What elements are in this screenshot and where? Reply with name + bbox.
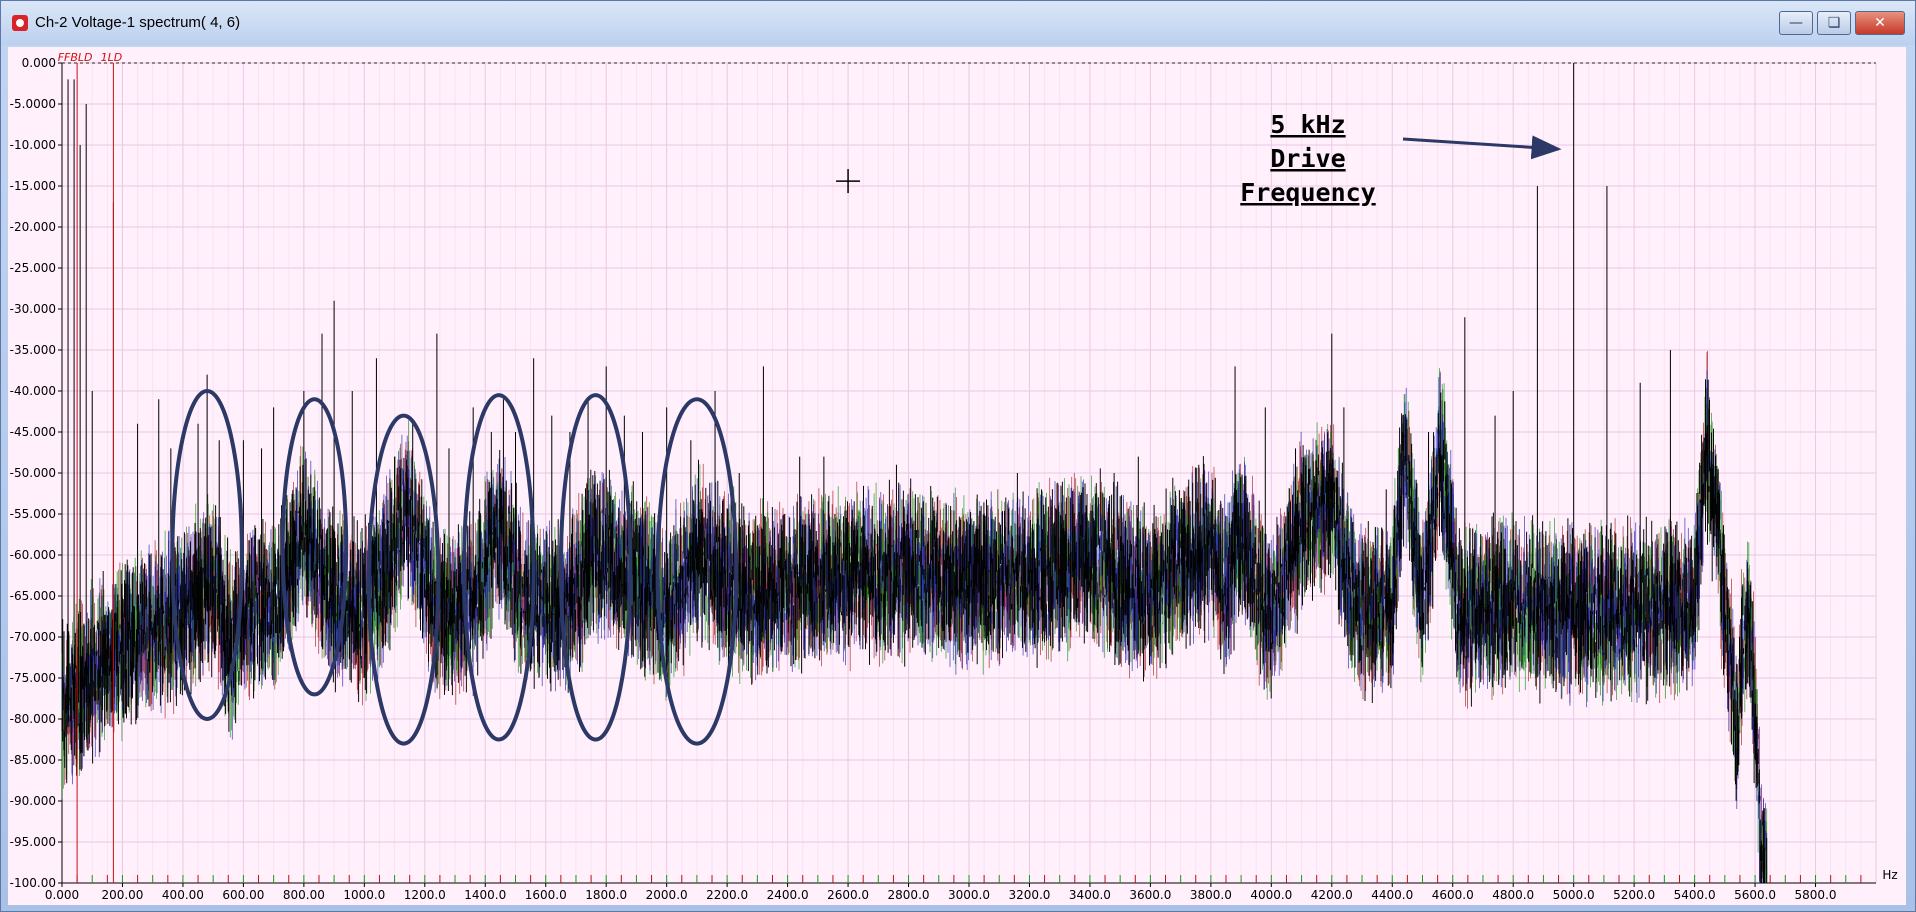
y-tick-label: -55.000 (10, 507, 56, 521)
app-logo-icon[interactable] (12, 15, 28, 31)
annotation-text-line: 5 kHz (1270, 110, 1345, 139)
marker-label: 1LD (101, 51, 123, 64)
close-icon: ✕ (1874, 15, 1886, 31)
x-tick-label: 5600.0 (1734, 888, 1776, 902)
y-tick-label: -45.000 (10, 425, 56, 439)
x-tick-label: 3800.0 (1190, 888, 1232, 902)
x-tick-label: 5800.0 (1795, 888, 1837, 902)
y-tick-label: -60.000 (10, 548, 56, 562)
minimize-icon: — (1789, 15, 1803, 31)
y-tick-label: -80.000 (10, 712, 56, 726)
x-tick-label: 1600.0 (525, 888, 567, 902)
x-tick-label: 2800.0 (888, 888, 930, 902)
x-tick-label: 3000.0 (948, 888, 990, 902)
x-tick-label: 200.00 (101, 888, 143, 902)
y-tick-label: -30.000 (10, 302, 56, 316)
x-tick-label: 5200.0 (1613, 888, 1655, 902)
y-tick-label: -15.000 (10, 179, 56, 193)
y-tick-label: -35.000 (10, 343, 56, 357)
x-tick-label: 5000.0 (1553, 888, 1595, 902)
x-tick-label: 5400.0 (1674, 888, 1716, 902)
x-tick-label: 4600.0 (1432, 888, 1474, 902)
x-tick-label: 1000.0 (343, 888, 385, 902)
x-tick-label: 4000.0 (1250, 888, 1292, 902)
title-bar[interactable]: Ch-2 Voltage-1 spectrum( 4, 6) — ❏ ✕ (1, 1, 1915, 45)
annotation-text-line: Drive (1270, 144, 1345, 173)
y-tick-label: -95.000 (10, 835, 56, 849)
y-tick-label: -5.0000 (10, 97, 56, 111)
x-tick-label: 1400.0 (464, 888, 506, 902)
y-tick-label: -65.000 (10, 589, 56, 603)
x-tick-label: 1200.0 (404, 888, 446, 902)
x-tick-label: 4400.0 (1371, 888, 1413, 902)
y-tick-label: -75.000 (10, 671, 56, 685)
x-tick-label: 800.00 (283, 888, 325, 902)
x-tick-label: 2600.0 (827, 888, 869, 902)
y-tick-label: -10.000 (10, 138, 56, 152)
marker-label: FFBLD (58, 51, 93, 64)
spectrum-chart[interactable]: 0.000 -5.0000 -10.000 -15.000 -20.000 -25.000… (8, 47, 1906, 905)
annotation-arrow (1402, 135, 1562, 160)
x-tick-label: 1800.0 (585, 888, 627, 902)
x-axis-unit: Hz (1882, 868, 1897, 882)
y-tick-label: 0.000 (22, 56, 56, 70)
x-tick-label: 2000.0 (646, 888, 688, 902)
y-tick-label: -50.000 (10, 466, 56, 480)
y-tick-label: -90.000 (10, 794, 56, 808)
x-tick-label: 4200.0 (1311, 888, 1353, 902)
x-tick-label: 3600.0 (1129, 888, 1171, 902)
x-tick-label: 2200.0 (706, 888, 748, 902)
x-tick-label: 2400.0 (767, 888, 809, 902)
y-tick-label: -40.000 (10, 384, 56, 398)
y-tick-label: -20.000 (10, 220, 56, 234)
minimize-button[interactable]: — (1779, 11, 1813, 35)
x-tick-label: 400.00 (162, 888, 204, 902)
y-tick-label: -70.000 (10, 630, 56, 644)
annotation-text-line: Frequency (1240, 178, 1375, 207)
spectrum-plot-area[interactable]: 0.000 -5.0000 -10.000 -15.000 -20.000 -25.000… (8, 47, 1906, 905)
maximize-button[interactable]: ❏ (1817, 11, 1851, 35)
window-title: Ch-2 Voltage-1 spectrum( 4, 6) (35, 14, 241, 31)
x-tick-label: 4800.0 (1492, 888, 1534, 902)
y-tick-label: -25.000 (10, 261, 56, 275)
app-window: Ch-2 Voltage-1 spectrum( 4, 6) — ❏ ✕ 0.0… (0, 0, 1916, 912)
close-button[interactable]: ✕ (1855, 11, 1905, 35)
y-tick-label: -85.000 (10, 753, 56, 767)
maximize-icon: ❏ (1827, 15, 1841, 31)
x-tick-label: 0.000 (45, 888, 79, 902)
x-tick-label: 3200.0 (1008, 888, 1050, 902)
x-tick-label: 600.00 (222, 888, 264, 902)
x-tick-label: 3400.0 (1069, 888, 1111, 902)
